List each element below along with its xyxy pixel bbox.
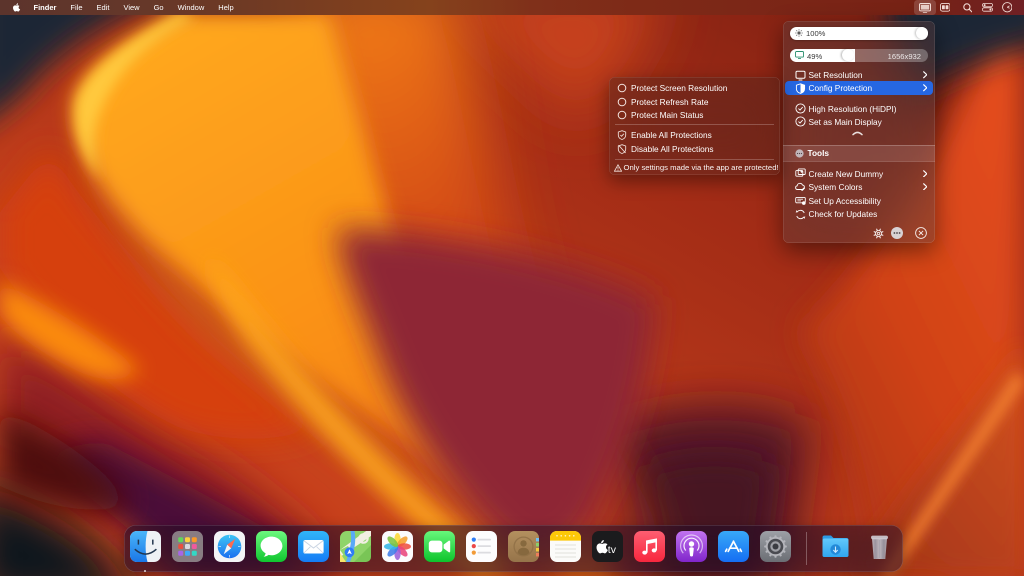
svg-text:tv: tv [607,544,616,556]
